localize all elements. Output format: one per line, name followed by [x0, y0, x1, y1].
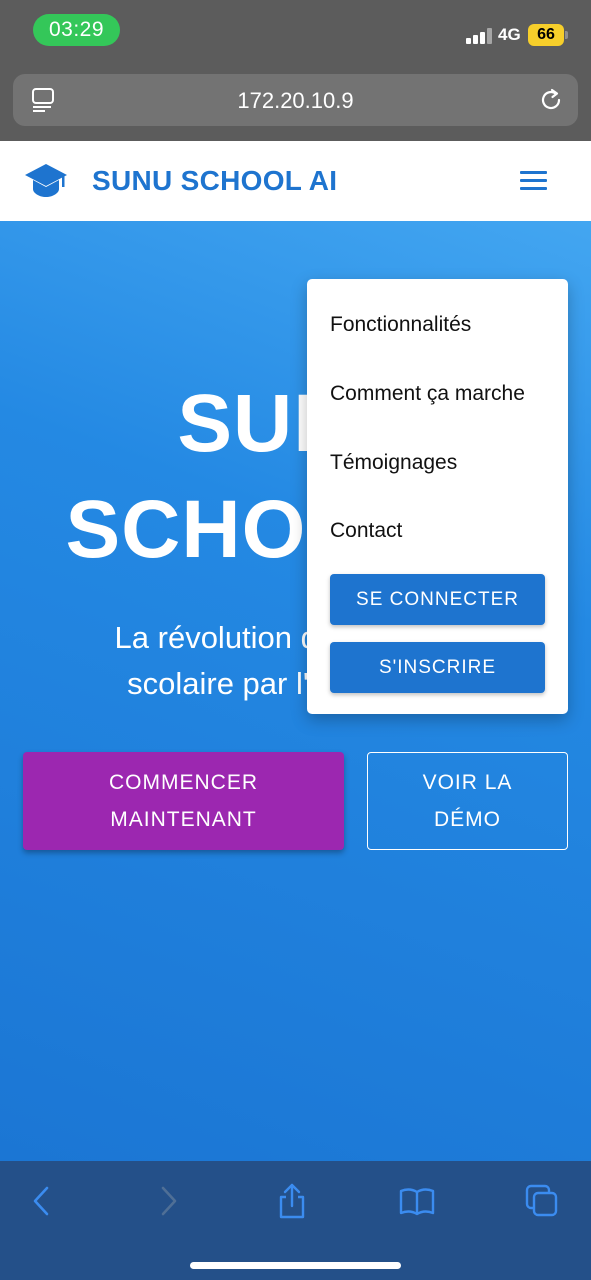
url-text[interactable]: 172.20.10.9 — [13, 88, 578, 114]
browser-top: 03:29 4G 66 172.20.10.9 — [0, 0, 591, 141]
brand-name[interactable]: SUNU SCHOOL AI — [92, 165, 337, 197]
menu-item-contact[interactable]: Contact — [330, 519, 402, 543]
menu-item-how-it-works[interactable]: Comment ça marche — [330, 382, 525, 406]
view-demo-label-line2: DÉMO — [434, 808, 501, 831]
url-bar[interactable]: 172.20.10.9 — [13, 74, 578, 126]
start-now-button[interactable]: COMMENCER MAINTENANT — [23, 752, 344, 850]
status-time: 03:29 — [33, 14, 120, 46]
forward-icon[interactable] — [150, 1183, 186, 1219]
back-icon[interactable] — [24, 1183, 60, 1219]
signup-button[interactable]: S'INSCRIRE — [330, 642, 545, 693]
reload-icon[interactable] — [538, 87, 564, 113]
hamburger-menu-icon[interactable] — [518, 168, 550, 194]
start-now-label-line2: MAINTENANT — [110, 808, 257, 831]
bookmarks-icon[interactable] — [399, 1183, 435, 1219]
menu-item-features[interactable]: Fonctionnalités — [330, 313, 471, 337]
battery-tip — [565, 31, 568, 39]
menu-item-testimonials[interactable]: Témoignages — [330, 451, 457, 475]
battery-icon: 66 — [528, 24, 564, 46]
signal-icon — [466, 28, 492, 44]
view-demo-button[interactable]: VOIR LA DÉMO — [367, 752, 568, 850]
start-now-label-line1: COMMENCER — [109, 771, 258, 794]
network-label: 4G — [498, 25, 521, 44]
view-demo-label-line1: VOIR LA — [422, 771, 513, 794]
home-indicator — [190, 1262, 401, 1269]
graduation-cap-icon — [25, 164, 67, 197]
share-icon[interactable] — [274, 1183, 310, 1219]
nav-dropdown-menu: Fonctionnalités Comment ça marche Témoig… — [307, 279, 568, 714]
app-header: SUNU SCHOOL AI — [0, 141, 591, 221]
login-button[interactable]: SE CONNECTER — [330, 574, 545, 625]
tabs-icon[interactable] — [524, 1183, 560, 1219]
